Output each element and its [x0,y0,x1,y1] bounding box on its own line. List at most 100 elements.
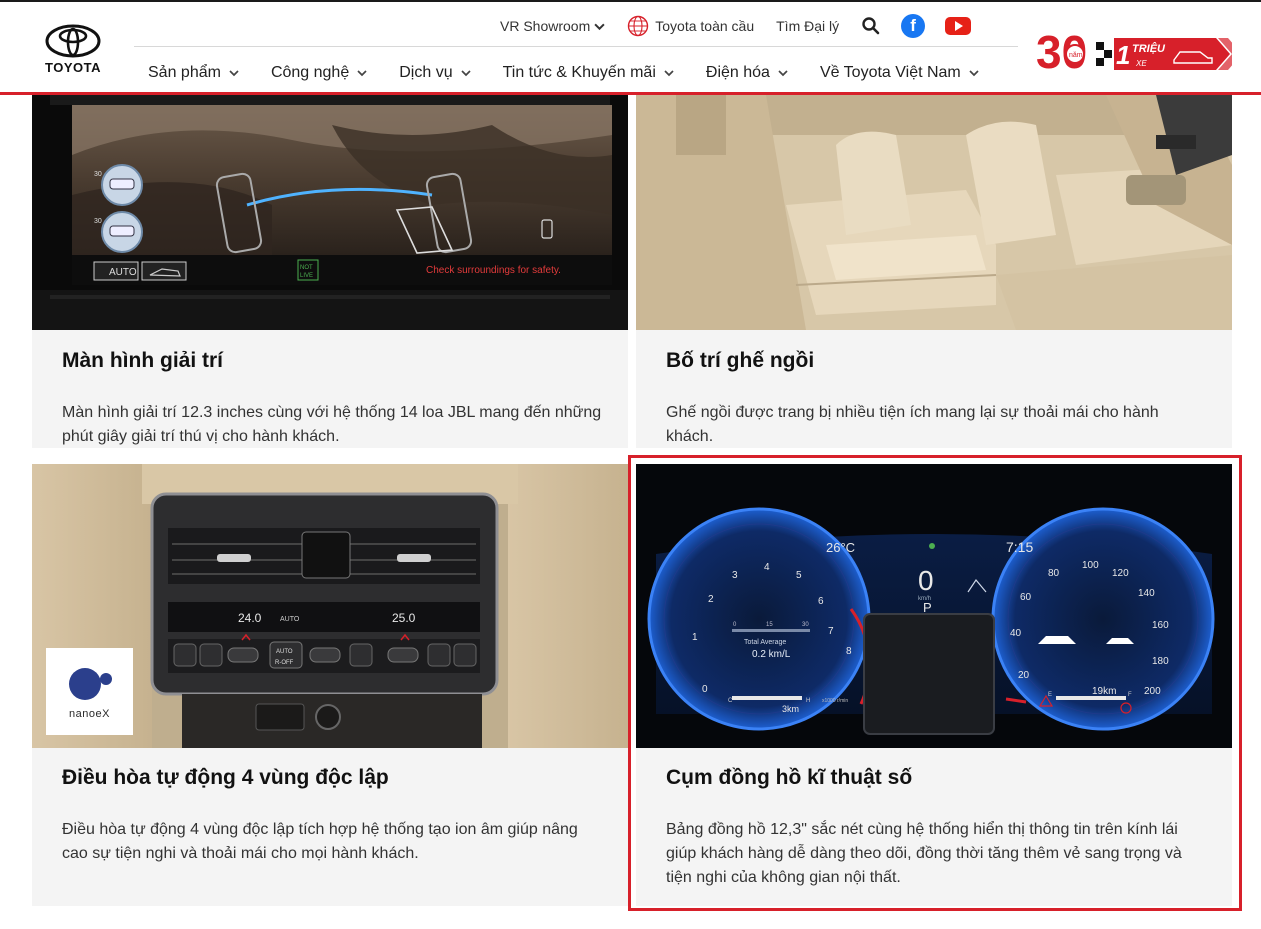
fuel-f-label: F [1128,692,1132,698]
feature-card-climate: 24.0 AUTO 25.0 AUTO R-OFF nanoeX Điều hò… [32,464,628,906]
card-description: Màn hình giải trí 12.3 inches cùng với h… [62,404,602,445]
brand-name: TOYOTA [45,60,101,75]
badge-sub: năm [1069,52,1083,59]
average-value: 0.2 km/L [752,649,791,660]
fuel-e-label: E [1048,692,1052,698]
find-dealer-label: Tìm Đại lý [776,18,840,34]
vr-showroom-link[interactable]: VR Showroom [500,18,605,34]
tach-tick: 3 [732,570,738,581]
small-scale-30: 30 [802,622,809,628]
main-nav: Sản phẩm Công nghệ Dịch vụ Tin tức & Khu… [148,58,979,88]
tach-tick: 4 [764,562,770,573]
speed-tick: 140 [1138,588,1155,599]
speed-tick: 100 [1082,560,1099,571]
speed-tick: 60 [1020,592,1032,603]
speed-tick: 80 [1048,568,1060,579]
toyota-global-link[interactable]: Toyota toàn cầu [627,15,754,37]
feature-card-entertainment: 30 30 AUTO NOT LIVE Check surroundings f… [32,95,628,448]
nav-item-news[interactable]: Tin tức & Khuyến mãi [503,64,674,82]
left-temp: 24.0 [238,611,262,625]
nav-item-label: Công nghệ [270,64,350,81]
safety-warning: Check surroundings for safety. [426,265,561,276]
tach-tick: 8 [846,646,852,657]
nav-item-label: Điện hóa [705,64,770,81]
seating-image [636,95,1232,330]
nav-item-about[interactable]: Về Toyota Việt Nam [820,64,979,82]
card-title: Cụm đồng hồ kĩ thuật số [666,766,913,789]
auto-mode-label: AUTO [280,616,300,623]
card-title: Điều hòa tự động 4 vùng độc lập [62,766,389,789]
tach-tick: 1 [692,632,698,643]
chevron-down-icon [664,70,674,77]
nav-item-label: Về Toyota Việt Nam [819,64,961,81]
clock: 7:15 [1006,539,1033,555]
nav-item-technology[interactable]: Công nghệ [271,64,367,82]
card-description: Bảng đồng hồ 12,3" sắc nét cùng hệ thống… [666,821,1182,886]
youtube-icon[interactable] [945,17,972,35]
card-description: Ghế ngồi được trang bị nhiều tiện ích ma… [666,404,1159,445]
badge-xe: XE [1135,59,1147,68]
speed-tick: 40 [1010,628,1022,639]
auto-label: AUTO [109,267,137,278]
climate-control-image: 24.0 AUTO 25.0 AUTO R-OFF nanoeX [32,464,628,748]
search-icon[interactable] [861,16,881,36]
chevron-down-icon [229,70,239,77]
tach-tick: 5 [796,570,802,581]
angle-label: 30 [94,218,102,225]
speed-tick: 20 [1018,670,1030,681]
nav-divider [134,46,1018,47]
range-left: 3km [782,704,799,714]
gear-indicator: P [923,600,932,615]
speed-tick: 200 [1144,686,1161,697]
badge-million-text: TRIỆU [1132,42,1166,55]
speed-readout: 0 [918,565,934,596]
nav-item-label: Tin tức & Khuyến mãi [502,64,656,81]
entertainment-screen-image: 30 30 AUTO NOT LIVE Check surroundings f… [32,95,628,330]
badge-million: 1 [1116,40,1130,70]
headlight-icon [929,543,935,549]
nanoex-icon [68,667,112,700]
chevron-down-icon [969,70,979,77]
toyota-global-label: Toyota toàn cầu [655,18,755,34]
facebook-icon[interactable]: f [901,14,926,38]
feature-card-digital-cluster: 26°C 7:15 0 km/h P Total Average 0.2 km/… [636,464,1232,906]
nanoex-label: nanoeX [69,707,110,720]
nav-item-electrified[interactable]: Điện hóa [706,64,788,82]
nav-item-products[interactable]: Sản phẩm [148,64,239,82]
find-dealer-link[interactable]: Tìm Đại lý [776,18,839,34]
speed-tick: 120 [1112,568,1129,579]
chevron-down-icon [778,70,788,77]
off-button-label: R-OFF [275,660,294,666]
right-temp: 25.0 [392,611,416,625]
average-label: Total Average [744,639,786,646]
nanoex-logo: nanoeX [46,648,133,735]
not-live-label: NOT [300,265,313,271]
rpm-unit: x1000 r/min [822,698,848,704]
chevron-down-icon [460,70,471,77]
nav-item-label: Dịch vụ [399,64,453,81]
nav-item-services[interactable]: Dịch vụ [399,64,471,82]
anniversary-badge[interactable]: 30 năm 1 TRIỆU XE [1036,24,1232,76]
feature-card-seating: Bố trí ghế ngồi Ghế ngồi được trang bị n… [636,95,1232,448]
toyota-emblem-icon [45,24,101,58]
toyota-logo[interactable]: TOYOTA [38,24,108,76]
vr-showroom-label: VR Showroom [500,18,591,34]
speed-tick: 160 [1152,620,1169,631]
card-title: Màn hình giải trí [62,349,223,372]
card-description: Điều hòa tự động 4 vùng độc lập tích hợp… [62,821,578,862]
auto-button-label: AUTO [276,649,293,655]
tach-tick: 0 [702,684,708,695]
card-title: Bố trí ghế ngồi [666,349,815,372]
tach-tick: 2 [708,594,714,605]
outside-temp: 26°C [826,540,855,555]
tach-tick: 7 [828,626,834,637]
chevron-down-icon [357,70,367,77]
speed-tick: 180 [1152,656,1169,667]
utility-bar: VR Showroom Toyota toàn cầu Tìm Đại lý f [500,12,972,40]
range-right: 19km [1092,686,1116,697]
globe-icon [628,15,649,37]
coolant-c-label: C [728,698,733,704]
coolant-h-label: H [806,698,810,704]
angle-label: 30 [94,171,102,178]
chevron-down-icon [594,23,605,30]
